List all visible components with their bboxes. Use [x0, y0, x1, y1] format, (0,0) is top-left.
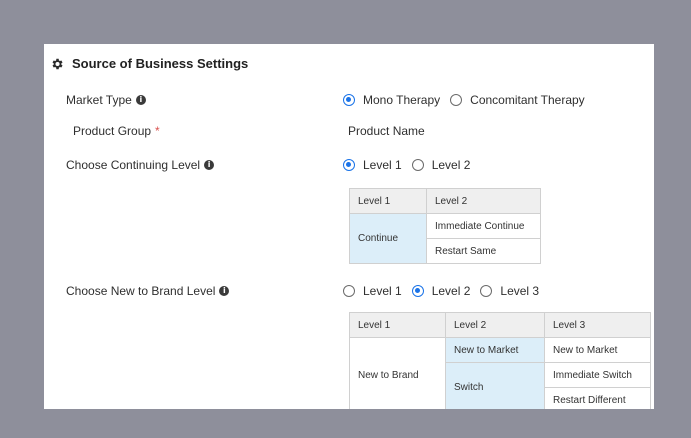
product-name-text: Product Name — [348, 124, 425, 138]
table-cell: New to Market — [544, 337, 651, 363]
table-cell: Restart Different — [544, 387, 651, 409]
radio-label: Mono Therapy — [363, 93, 441, 107]
radio-continuing-level-2[interactable]: Level 2 — [411, 158, 471, 172]
table-header: Level 1 — [349, 312, 446, 338]
info-icon[interactable]: i — [135, 95, 146, 105]
table-header-row: Level 1 Level 2 — [349, 188, 541, 214]
radio-ntb-level-3[interactable]: Level 3 — [480, 284, 539, 298]
table-header: Level 3 — [544, 312, 651, 338]
radio-unselected-icon[interactable] — [480, 285, 493, 297]
table-cell: Switch — [445, 362, 545, 409]
settings-panel: Source of Business Settings Market Type … — [44, 44, 654, 409]
table-row: Continue Immediate Continue — [349, 213, 541, 264]
radio-ntb-level-2[interactable]: Level 2 — [411, 284, 471, 298]
continuing-level-label: Choose Continuing Level i — [66, 158, 215, 172]
radio-ntb-level-1[interactable]: Level 1 — [343, 284, 402, 298]
radio-selected-icon[interactable] — [343, 94, 355, 106]
new-to-brand-radio-group: Level 1 Level 2 Level 3 — [343, 284, 549, 298]
radio-concomitant-therapy[interactable]: Concomitant Therapy — [450, 93, 585, 107]
table-cell: New to Market — [445, 337, 545, 363]
new-to-brand-table: Level 1 Level 2 Level 3 New to Brand New… — [349, 312, 651, 409]
radio-mono-therapy[interactable]: Mono Therapy — [343, 93, 440, 107]
radio-label: Level 3 — [500, 284, 540, 298]
market-type-text: Market Type — [66, 93, 132, 107]
table-cell: New to Brand — [349, 337, 446, 409]
table-header-row: Level 1 Level 2 Level 3 — [349, 312, 651, 338]
continuing-level-radio-group: Level 1 Level 2 — [343, 158, 480, 172]
gear-icon — [52, 58, 63, 69]
continuing-level-text: Choose Continuing Level — [66, 158, 201, 172]
table-header: Level 2 — [426, 188, 541, 214]
product-group-label: Product Group * — [73, 124, 160, 138]
table-cell: Immediate Switch — [544, 362, 651, 388]
product-group-value: Product Name — [348, 124, 425, 138]
product-group-text: Product Group — [73, 124, 152, 138]
panel-header: Source of Business Settings — [50, 56, 248, 71]
radio-label: Level 2 — [431, 284, 471, 298]
radio-label: Concomitant Therapy — [470, 93, 585, 107]
radio-unselected-icon[interactable] — [343, 285, 355, 297]
table-cell: Immediate Continue — [426, 213, 541, 239]
continuing-level-table: Level 1 Level 2 Continue Immediate Conti… — [349, 188, 541, 264]
radio-unselected-icon[interactable] — [411, 159, 424, 171]
info-icon[interactable]: i — [219, 286, 230, 296]
radio-selected-icon[interactable] — [411, 285, 424, 297]
radio-label: Level 1 — [363, 284, 402, 298]
new-to-brand-level-label: Choose New to Brand Level i — [66, 284, 230, 298]
info-icon[interactable]: i — [204, 160, 215, 170]
radio-unselected-icon[interactable] — [450, 94, 463, 106]
radio-label: Level 1 — [363, 158, 402, 172]
radio-selected-icon[interactable] — [343, 159, 355, 171]
page-title: Source of Business Settings — [72, 56, 249, 71]
table-cell: Restart Same — [426, 238, 541, 264]
table-header: Level 2 — [445, 312, 545, 338]
market-type-radio-group: Mono Therapy Concomitant Therapy — [343, 93, 595, 107]
radio-label: Level 2 — [431, 158, 471, 172]
radio-continuing-level-1[interactable]: Level 1 — [343, 158, 402, 172]
table-row: New to Brand New to Market New to Market — [349, 337, 651, 409]
market-type-label: Market Type i — [66, 93, 146, 107]
new-to-brand-level-text: Choose New to Brand Level — [66, 284, 216, 298]
required-marker: * — [155, 124, 160, 138]
table-header: Level 1 — [349, 188, 427, 214]
table-cell: Continue — [349, 213, 427, 264]
